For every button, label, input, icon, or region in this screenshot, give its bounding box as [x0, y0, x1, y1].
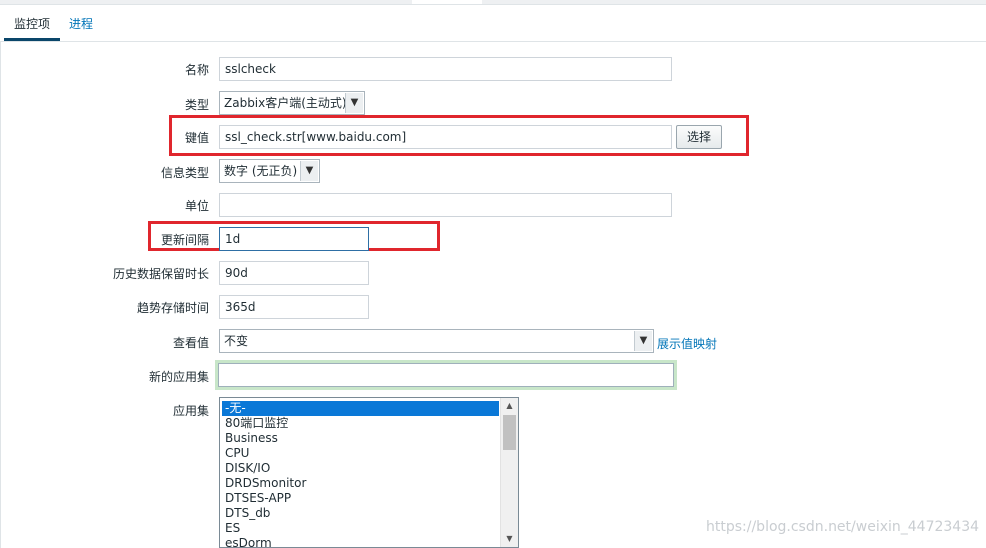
list-item[interactable]: ES	[222, 521, 499, 536]
type-select[interactable]: Zabbix客户端(主动式) ▼	[219, 91, 365, 115]
list-item[interactable]: 80端口监控	[222, 416, 499, 431]
scroll-up-icon[interactable]: ▲	[501, 398, 518, 414]
list-item[interactable]: Business	[222, 431, 499, 446]
scroll-down-icon[interactable]: ▼	[501, 531, 518, 547]
info-type-select-value: 数字 (无正负)	[224, 164, 298, 178]
list-item[interactable]: DRDSmonitor	[222, 476, 499, 491]
update-interval-label: 更新间隔	[160, 233, 209, 247]
show-value-select[interactable]: 不变 ▼	[219, 329, 654, 353]
chevron-down-icon: ▼	[300, 161, 318, 181]
tab-bar: 监控项 进程	[0, 8, 986, 42]
key-label: 键值	[184, 131, 209, 145]
update-interval-input[interactable]: 1d	[219, 227, 369, 251]
trends-label: 趋势存储时间	[136, 301, 209, 315]
trends-input[interactable]: 365d	[219, 295, 369, 319]
chevron-down-icon: ▼	[345, 93, 363, 113]
history-input[interactable]: 90d	[219, 261, 369, 285]
list-item[interactable]: DTSES-APP	[222, 491, 499, 506]
list-item[interactable]: CPU	[222, 446, 499, 461]
history-label: 历史数据保留时长	[112, 267, 209, 281]
name-label: 名称	[184, 63, 209, 77]
show-value-label: 查看值	[172, 336, 209, 350]
list-item[interactable]: esDorm	[222, 536, 499, 547]
units-input[interactable]	[219, 193, 672, 217]
new-application-label: 新的应用集	[148, 370, 209, 384]
info-type-select[interactable]: 数字 (无正负) ▼	[219, 159, 320, 183]
value-mapping-link[interactable]: 展示值映射	[657, 335, 717, 352]
new-application-input[interactable]	[218, 363, 674, 387]
name-input[interactable]: sslcheck	[219, 57, 672, 81]
applications-label: 应用集	[172, 404, 209, 418]
watermark: https://blog.csdn.net/weixin_44723434	[706, 519, 980, 535]
applications-listbox[interactable]: -无- 80端口监控 Business CPU DISK/IO DRDSmoni…	[219, 397, 519, 548]
chevron-down-icon: ▼	[634, 331, 652, 351]
listbox-scrollbar[interactable]: ▲ ▼	[500, 398, 518, 547]
tab-processes[interactable]: 进程	[59, 8, 103, 39]
key-input[interactable]: ssl_check.str[www.baidu.com]	[219, 125, 672, 149]
select-key-button[interactable]: 选择	[676, 125, 722, 149]
tab-items[interactable]: 监控项	[4, 8, 61, 41]
content-border	[0, 42, 1, 548]
list-item[interactable]: DTS_db	[222, 506, 499, 521]
type-select-value: Zabbix客户端(主动式)	[224, 96, 347, 110]
type-label: 类型	[184, 98, 209, 112]
show-value-select-value: 不变	[224, 334, 249, 348]
list-item[interactable]: DISK/IO	[222, 461, 499, 476]
scrollbar-thumb[interactable]	[503, 415, 516, 450]
top-strip-tab	[412, 0, 482, 4]
units-label: 单位	[184, 199, 209, 213]
info-type-label: 信息类型	[160, 166, 209, 180]
top-strip	[0, 0, 986, 5]
applications-options: -无- 80端口监控 Business CPU DISK/IO DRDSmoni…	[222, 401, 499, 547]
list-item[interactable]: -无-	[222, 401, 499, 416]
